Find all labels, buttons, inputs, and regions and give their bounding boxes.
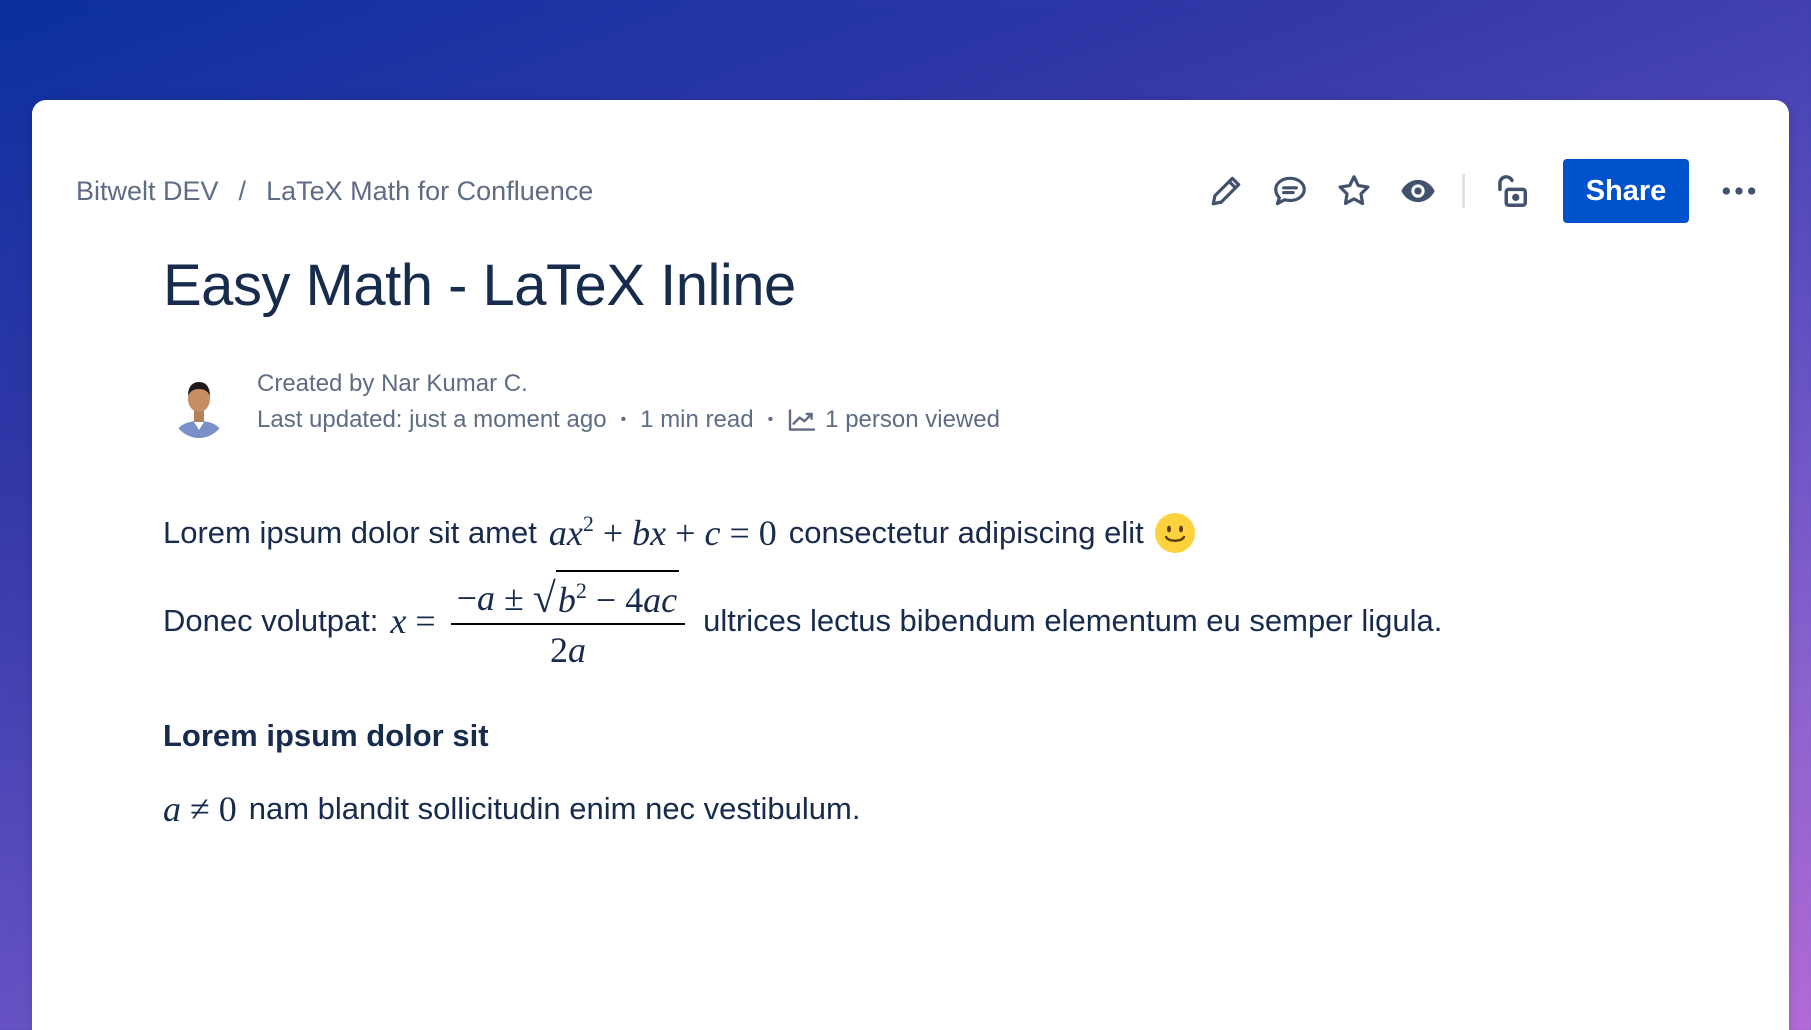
created-by: Created by Nar Kumar C. [257, 370, 528, 397]
page-card: Bitwelt DEV / LaTeX Math for Confluence [32, 100, 1789, 1030]
read-time: 1 min read [640, 406, 754, 433]
unlock-icon[interactable] [1489, 169, 1533, 213]
eye-icon[interactable] [1396, 169, 1440, 213]
analytics-icon[interactable] [787, 408, 817, 432]
section-heading: Lorem ipsum dolor sit [163, 718, 489, 753]
breadcrumb-space[interactable]: Bitwelt DEV [76, 176, 219, 207]
paragraph-text: ultrices lectus bibendum elementum eu se… [703, 602, 1443, 638]
paragraph-1: Lorem ipsum dolor sit amet ax2 + bx + c … [163, 511, 1196, 554]
meta-dot: • [620, 411, 627, 428]
avatar[interactable] [170, 372, 228, 438]
breadcrumb-separator: / [238, 176, 247, 206]
view-count[interactable]: 1 person viewed [825, 402, 1000, 438]
byline: Created by Nar Kumar C. Last updated: ju… [170, 370, 1000, 438]
breadcrumb-page[interactable]: LaTeX Math for Confluence [266, 176, 593, 207]
paragraph-text: Donec volutpat: [163, 602, 379, 638]
math-quadratic-equation: ax2 + bx + c = 0 [548, 511, 777, 553]
smile-emoji-icon [1154, 512, 1195, 553]
share-button[interactable]: Share [1563, 159, 1689, 223]
paragraph-3: a ≠ 0 nam blandit sollicitudin enim nec … [163, 788, 860, 830]
math-quadratic-formula: x = − a ± √ b2 − 4ac 2a [390, 570, 691, 671]
breadcrumb: Bitwelt DEV / LaTeX Math for Confluence [76, 176, 593, 207]
toolbar-divider [1462, 174, 1465, 208]
paragraph-2: Donec volutpat: x = − a ± √ b2 − 4ac 2a ul… [163, 570, 1442, 671]
paragraph-text: consectetur adipiscing elit [788, 514, 1144, 550]
comment-icon[interactable] [1268, 169, 1312, 213]
more-dots-icon[interactable] [1719, 169, 1759, 213]
pencil-icon[interactable] [1204, 169, 1248, 213]
paragraph-text: Lorem ipsum dolor sit amet [163, 514, 537, 550]
meta-dot: • [767, 411, 774, 428]
page-title: Easy Math - LaTeX Inline [163, 253, 796, 318]
last-updated: Last updated: just a moment ago [257, 406, 607, 433]
page-toolbar: Share [1184, 159, 1759, 223]
math-inequality: a ≠ 0 [163, 789, 237, 829]
page-meta: Last updated: just a moment ago • 1 min … [257, 402, 1000, 438]
paragraph-text: nam blandit sollicitudin enim nec vestib… [248, 791, 861, 826]
star-icon[interactable] [1332, 169, 1376, 213]
